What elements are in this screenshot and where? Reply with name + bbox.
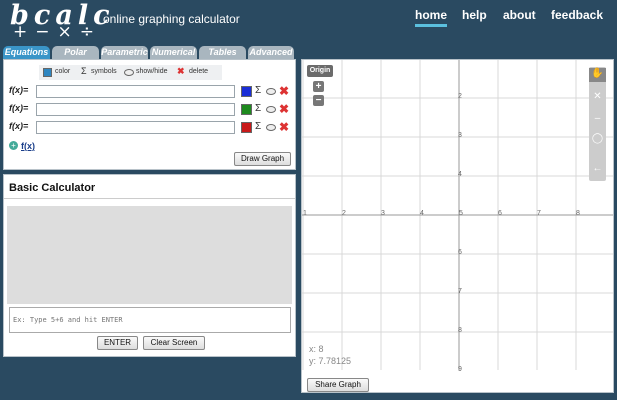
x-tick-label: 4 (420, 210, 424, 217)
x-tick-label: 1 (303, 210, 307, 217)
zoom-in-button[interactable]: + (313, 81, 324, 92)
add-icon: + (9, 141, 18, 151)
eye-icon (124, 69, 134, 76)
coord-x: x: 8 (309, 344, 324, 354)
graph-panel: 1 2 3 4 5 6 7 8 2 3 4 6 7 8 9 Origin + − ✋ ✕ – ◯ ← x:… (301, 59, 614, 393)
tab-polar[interactable]: Polar (52, 46, 99, 59)
draw-graph-button[interactable]: Draw Graph (234, 152, 291, 166)
legend-delete-label: delete (189, 68, 209, 75)
y-tick-label: 7 (458, 288, 462, 295)
y-tick-label: 3 (458, 132, 462, 139)
add-function-link[interactable]: + f(x) (9, 140, 35, 151)
sigma-icon[interactable]: Σ (255, 85, 261, 96)
crosshair-icon[interactable]: ✕ (589, 91, 606, 102)
y-tick-label: 4 (458, 171, 462, 178)
top-nav: home help about feedback (0, 8, 617, 28)
eye-icon[interactable] (266, 88, 276, 95)
eye-icon[interactable] (266, 124, 276, 131)
share-graph-button[interactable]: Share Graph (307, 378, 369, 392)
delete-icon: ✖ (177, 66, 185, 76)
sigma-icon[interactable]: Σ (255, 121, 261, 132)
x-tick-label: 8 (576, 210, 580, 217)
calculator-panel: Basic Calculator ENTER Clear Screen (3, 174, 296, 357)
equation-input-2[interactable] (36, 103, 235, 116)
nav-home[interactable]: home (415, 8, 448, 27)
tab-numerical[interactable]: Numerical (150, 46, 197, 59)
equation-input-1[interactable] (36, 85, 235, 98)
x-tick-label: 5 (459, 210, 463, 217)
graph-canvas[interactable]: 1 2 3 4 5 6 7 8 2 3 4 6 7 8 9 (302, 60, 613, 392)
legend-toolbar: color Σ symbols show/hide ✖ delete (39, 65, 222, 80)
tab-tables[interactable]: Tables (199, 46, 246, 59)
add-function-label[interactable]: f(x) (21, 141, 35, 151)
color-picker-2[interactable] (241, 104, 252, 115)
x-tick-label: 6 (498, 210, 502, 217)
y-tick-label: 2 (458, 93, 462, 100)
nav-about[interactable]: about (503, 8, 536, 22)
line-tool-icon[interactable]: – (589, 113, 606, 124)
hand-icon[interactable]: ✋ (589, 68, 606, 82)
x-tick-label: 7 (537, 210, 541, 217)
clear-screen-button[interactable]: Clear Screen (143, 336, 205, 350)
nav-help[interactable]: help (462, 8, 487, 22)
equation-input-3[interactable] (36, 121, 235, 134)
delete-icon[interactable]: ✖ (279, 121, 289, 133)
sigma-icon: Σ (81, 66, 87, 76)
eye-icon[interactable] (266, 106, 276, 113)
graph-tools: ✋ ✕ – ◯ ← (589, 67, 606, 181)
calculator-output (7, 206, 292, 304)
color-picker-3[interactable] (241, 122, 252, 133)
equation-label: f(x)= (9, 85, 29, 95)
delete-icon[interactable]: ✖ (279, 85, 289, 97)
calculator-title: Basic Calculator (9, 182, 96, 194)
sigma-icon[interactable]: Σ (255, 103, 261, 114)
tab-advanced[interactable]: Advanced (248, 46, 294, 59)
legend-showhide-label: show/hide (136, 68, 168, 75)
x-tick-label: 2 (342, 210, 346, 217)
zoom-out-button[interactable]: − (313, 95, 324, 106)
legend-symbols-label: symbols (91, 68, 117, 75)
x-tick-label: 3 (381, 210, 385, 217)
coord-y: y: 7.78125 (309, 356, 352, 366)
enter-button[interactable]: ENTER (97, 336, 138, 350)
divider (4, 198, 295, 199)
tab-parametric[interactable]: Parametric (101, 46, 148, 59)
equation-label: f(x)= (9, 103, 29, 113)
tab-equations[interactable]: Equations (3, 46, 50, 59)
equation-label: f(x)= (9, 121, 29, 131)
legend-color-label: color (55, 68, 71, 75)
lasso-icon[interactable]: ◯ (589, 133, 606, 144)
y-tick-label: 6 (458, 249, 462, 256)
delete-icon[interactable]: ✖ (279, 103, 289, 115)
origin-button[interactable]: Origin (307, 65, 333, 77)
calculator-input[interactable] (9, 307, 291, 333)
y-tick-label: 8 (458, 327, 462, 334)
y-tick-label: 9 (458, 366, 462, 373)
arrow-icon[interactable]: ← (589, 163, 606, 174)
color-picker-1[interactable] (241, 86, 252, 97)
nav-feedback[interactable]: feedback (551, 8, 603, 22)
equations-panel: color Σ symbols show/hide ✖ delete f(x)=… (3, 59, 296, 170)
color-swatch-icon (43, 68, 52, 77)
